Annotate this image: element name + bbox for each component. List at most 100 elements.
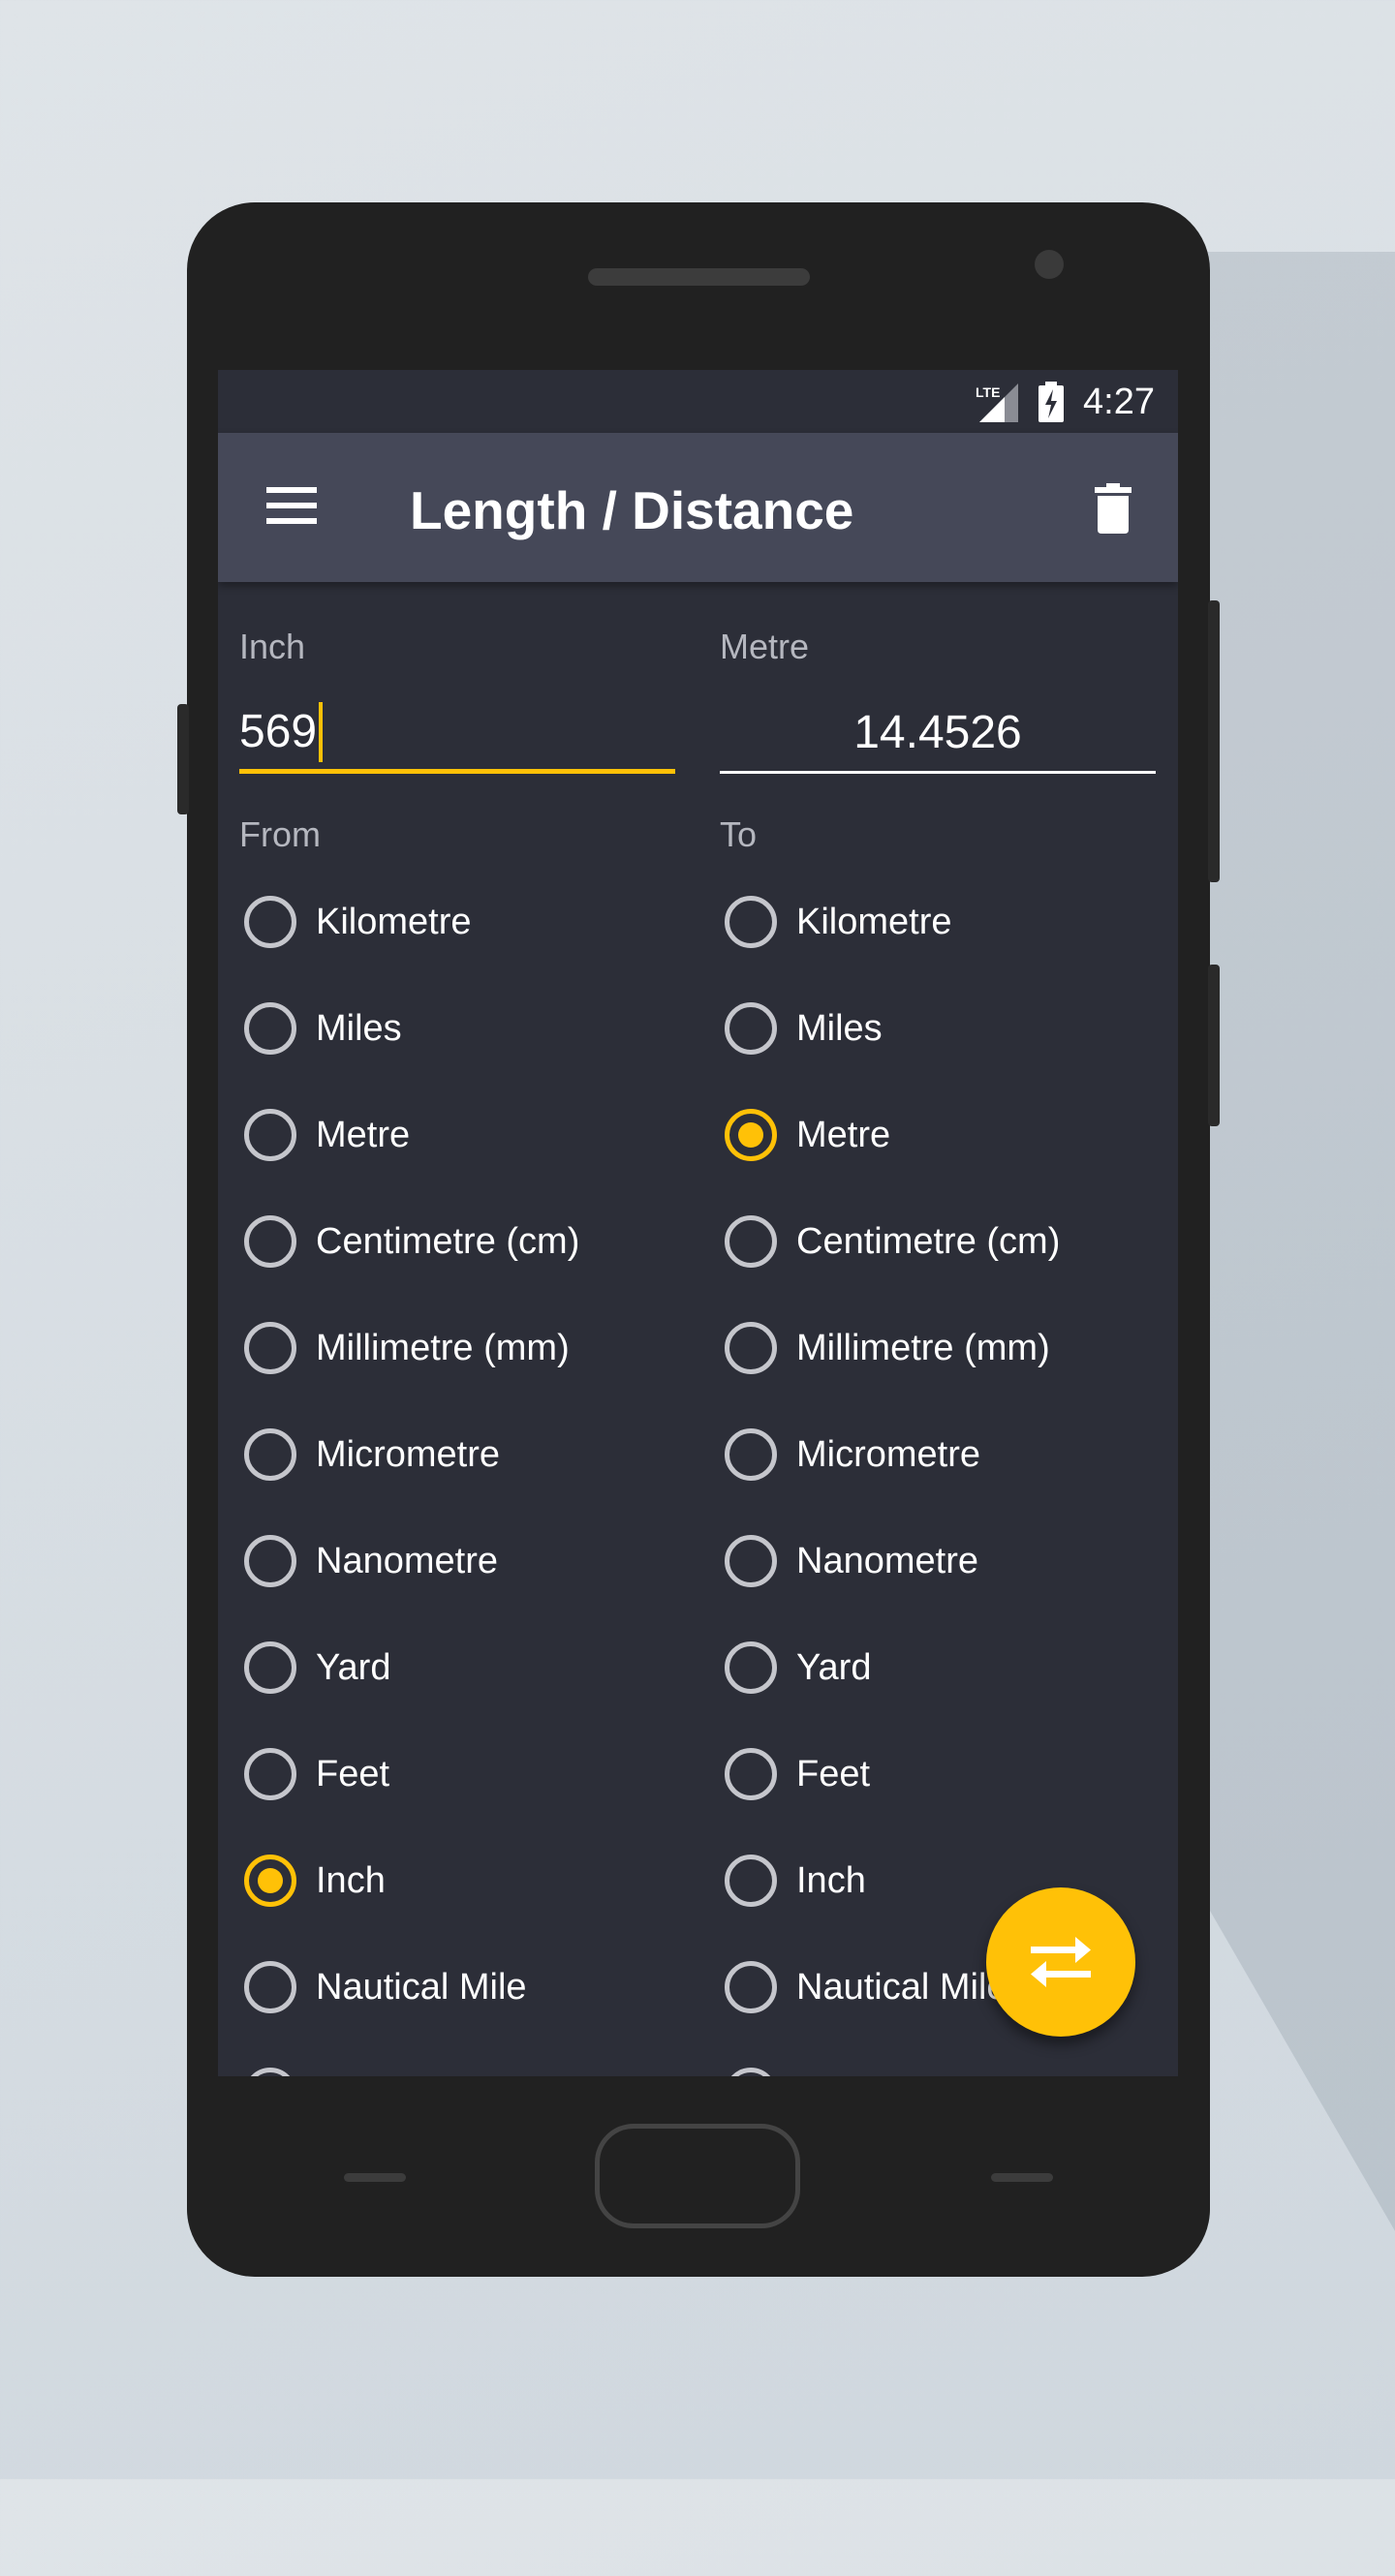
camera [1035, 250, 1064, 279]
to-option-metre[interactable]: Metre [720, 1082, 1156, 1188]
to-option-miles[interactable]: Miles [720, 975, 1156, 1082]
swap-units-button[interactable] [986, 1887, 1135, 2037]
swap-arrows-icon [1031, 1937, 1091, 1987]
radio-button[interactable] [725, 1002, 777, 1055]
from-label: From [239, 814, 321, 854]
status-bar: LTE 4:27 [218, 370, 1178, 433]
option-label: Nanometre [316, 1540, 498, 1581]
to-label: To [720, 814, 758, 854]
radio-button[interactable] [725, 2068, 777, 2076]
radio-button[interactable] [244, 1535, 296, 1587]
radio-button[interactable] [725, 1535, 777, 1587]
home-button[interactable] [595, 2124, 800, 2228]
option-label: Millimetre (mm) [316, 1327, 570, 1368]
radio-button[interactable] [244, 1855, 296, 1907]
radio-button[interactable] [244, 1215, 296, 1268]
trash-icon[interactable] [1095, 483, 1132, 534]
radio-button[interactable] [244, 1109, 296, 1161]
text-caret [319, 701, 324, 762]
to-option-kilometre[interactable]: Kilometre [720, 869, 1156, 975]
clock: 4:27 [1083, 382, 1155, 422]
battery-charging-icon [1038, 382, 1064, 422]
to-option-millimetre-mm[interactable]: Millimetre (mm) [720, 1295, 1156, 1401]
radio-button[interactable] [244, 1641, 296, 1694]
option-label: Yard [316, 1646, 391, 1688]
lte-signal-icon: LTE [976, 383, 1018, 422]
radio-button[interactable] [244, 1002, 296, 1055]
from-value-text: 569 [239, 706, 318, 757]
option-label: Miles [316, 1007, 402, 1049]
option-label: Miles [796, 1007, 883, 1049]
radio-button[interactable] [725, 1322, 777, 1374]
from-radio-group: Kilometre Miles Metre Centimetre (cm) Millim… [239, 869, 675, 2076]
from-option-nanometre[interactable]: Nanometre [239, 1508, 675, 1614]
radio-button[interactable] [725, 1961, 777, 2013]
radio-button[interactable] [725, 1641, 777, 1694]
back-key[interactable] [344, 2173, 406, 2182]
option-label: Centimetre (cm) [796, 1220, 1061, 1262]
option-label: Micrometre [796, 1433, 981, 1475]
to-value-text: 14.4526 [853, 707, 1022, 758]
radio-button[interactable] [244, 2068, 296, 2076]
side-button [1208, 600, 1220, 882]
option-label: Metre [316, 1114, 411, 1155]
from-option-miles[interactable]: Miles [239, 975, 675, 1082]
radio-button[interactable] [725, 896, 777, 948]
side-button [1208, 965, 1220, 1126]
from-option-nautical-mile[interactable]: Nautical Mile [239, 1934, 675, 2040]
from-option-millimetre-mm[interactable]: Millimetre (mm) [239, 1295, 675, 1401]
svg-text:LTE: LTE [976, 384, 1000, 400]
radio-button[interactable] [725, 1748, 777, 1800]
page-title: Length / Distance [410, 480, 854, 540]
to-option-micrometre[interactable]: Micrometre [720, 1401, 1156, 1508]
screen: LTE 4:27 Length / Distance Inch 569 From… [218, 370, 1178, 2076]
side-button [177, 704, 189, 814]
option-label: Nautical Mile [796, 1966, 1008, 2008]
to-value-field: 14.4526 [720, 694, 1156, 774]
option-label: Millimetre (mm) [796, 1327, 1050, 1368]
option-label: Yard [796, 1646, 872, 1688]
radio-button[interactable] [244, 1748, 296, 1800]
radio-button[interactable] [244, 1961, 296, 2013]
option-label: Centimetre (cm) [316, 1220, 580, 1262]
option-label: Micrometre [316, 1433, 501, 1475]
option-label: Feet [796, 1753, 871, 1794]
radio-button[interactable] [244, 1428, 296, 1481]
from-option-centimetre-cm[interactable]: Centimetre (cm) [239, 1188, 675, 1295]
from-unit-label: Inch [239, 627, 306, 666]
to-option-nanometre[interactable]: Nanometre [720, 1508, 1156, 1614]
hamburger-menu-icon[interactable] [266, 487, 317, 524]
option-label: Inch [316, 1859, 386, 1901]
recents-key[interactable] [991, 2173, 1053, 2182]
radio-button[interactable] [244, 896, 296, 948]
option-label: Kilometre [796, 901, 952, 942]
option-label: Metre [796, 1114, 891, 1155]
option-label: Feet [316, 1753, 390, 1794]
radio-button[interactable] [725, 1109, 777, 1161]
from-option-fathom[interactable]: Fathom [239, 2040, 675, 2076]
from-value-input[interactable]: 569 [239, 694, 675, 774]
toolbar: Length / Distance [218, 433, 1178, 582]
speaker [588, 268, 810, 286]
from-option-metre[interactable]: Metre [239, 1082, 675, 1188]
option-label: Inch [796, 1859, 866, 1901]
to-option-centimetre-cm[interactable]: Centimetre (cm) [720, 1188, 1156, 1295]
to-unit-label: Metre [720, 627, 810, 666]
option-label: Fathom [796, 2073, 921, 2077]
radio-button[interactable] [725, 1215, 777, 1268]
from-option-micrometre[interactable]: Micrometre [239, 1401, 675, 1508]
radio-button[interactable] [244, 1322, 296, 1374]
option-label: Kilometre [316, 901, 472, 942]
radio-button[interactable] [725, 1428, 777, 1481]
from-option-kilometre[interactable]: Kilometre [239, 869, 675, 975]
to-option-yard[interactable]: Yard [720, 1614, 1156, 1721]
from-option-feet[interactable]: Feet [239, 1721, 675, 1827]
from-option-inch[interactable]: Inch [239, 1827, 675, 1934]
to-column: Metre 14.4526 To Kilometre Miles Metre Cent… [720, 627, 1156, 2076]
option-label: Nanometre [796, 1540, 978, 1581]
to-option-fathom[interactable]: Fathom [720, 2040, 1156, 2076]
radio-button[interactable] [725, 1855, 777, 1907]
option-label: Nautical Mile [316, 1966, 527, 2008]
from-option-yard[interactable]: Yard [239, 1614, 675, 1721]
to-option-feet[interactable]: Feet [720, 1721, 1156, 1827]
